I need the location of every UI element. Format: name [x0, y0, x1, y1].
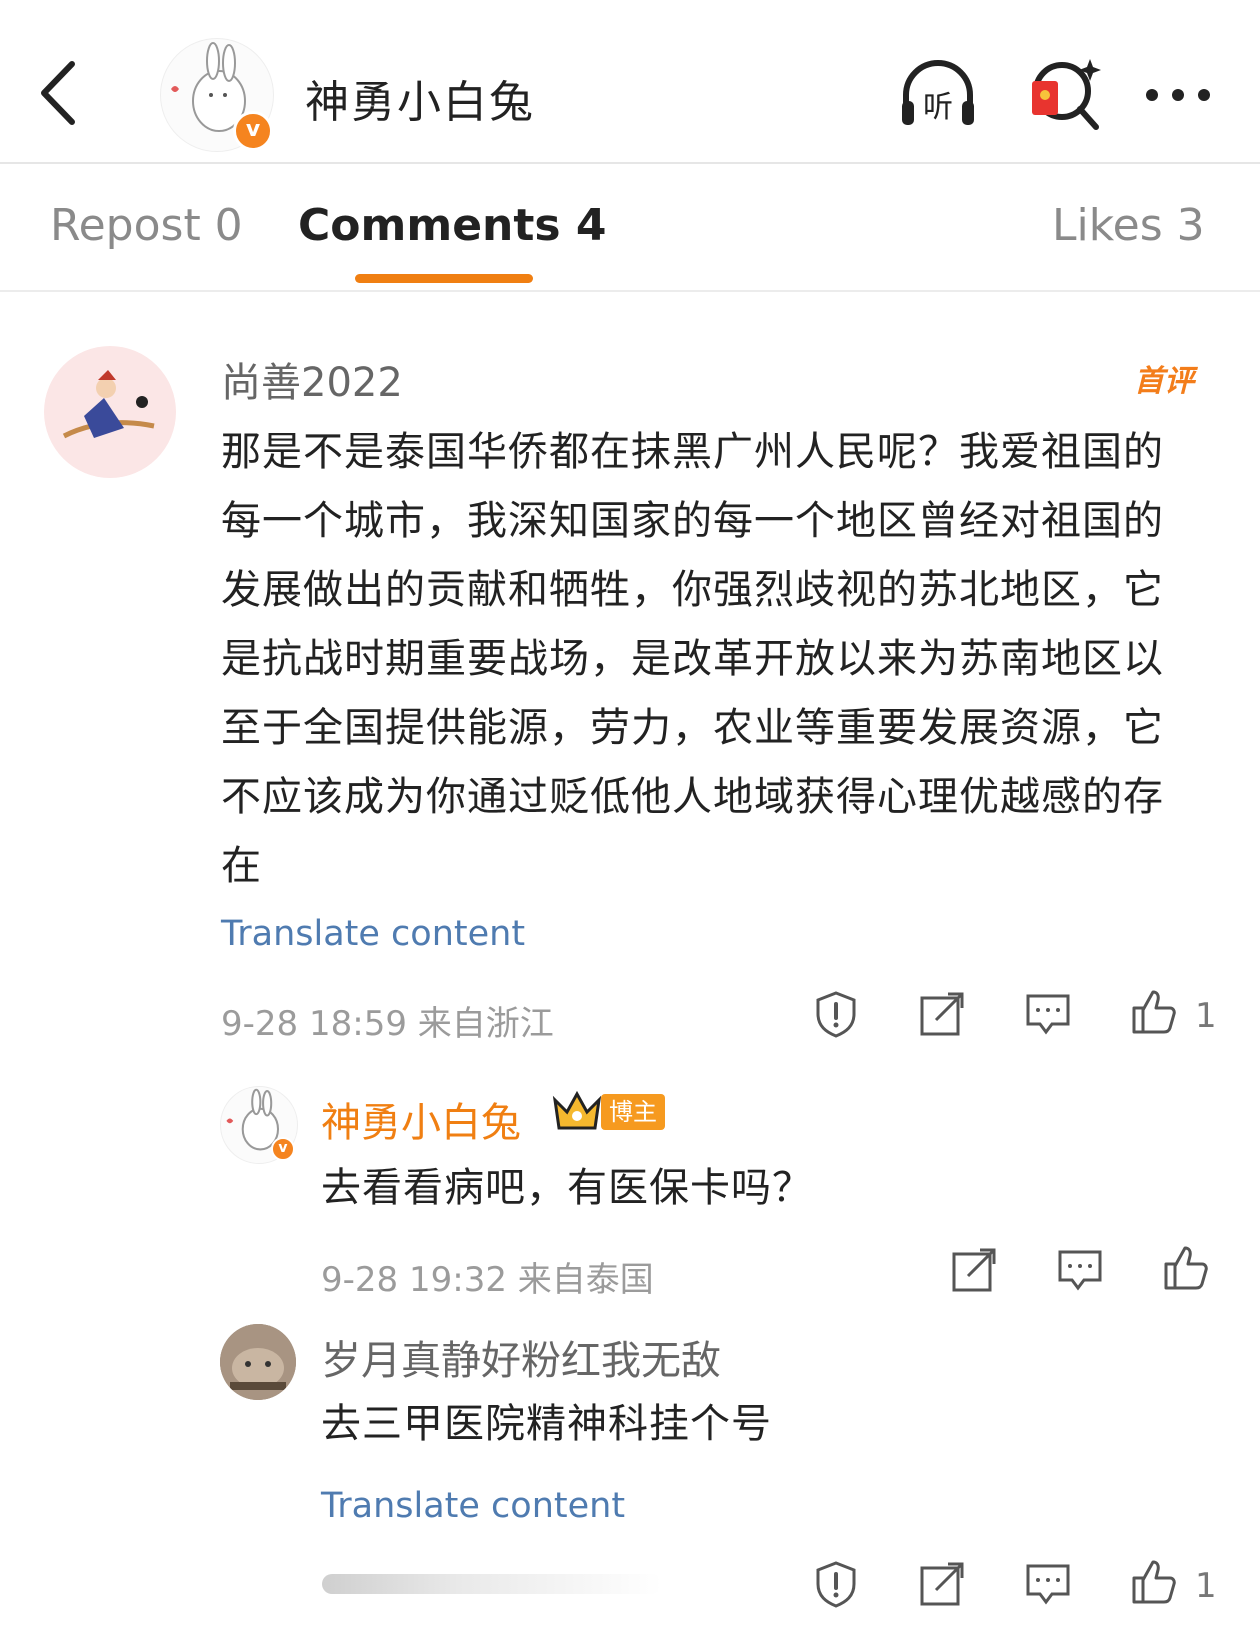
more-options-icon[interactable]: [1140, 55, 1220, 135]
reply-comment-icon[interactable]: [1056, 1246, 1104, 1294]
like-count: 1: [1195, 996, 1217, 1036]
comment-text: 那是不是泰国华侨都在抹黑广州人民呢？我爱祖国的每一个城市，我深知国家的每一个地区…: [221, 429, 1164, 889]
like-count: 1: [1195, 1566, 1217, 1606]
tab-comments[interactable]: Comments 4: [298, 200, 607, 251]
crown-icon: [552, 1090, 602, 1130]
tab-bar: Repost 0 Comments 4 Likes 3: [0, 164, 1260, 292]
page-title: 神勇小白兔: [305, 77, 535, 128]
verified-badge: v: [233, 111, 273, 151]
verified-badge: v: [271, 1137, 295, 1161]
like-thumb-icon[interactable]: [1162, 1244, 1210, 1292]
reply-time-location: 9-28 19:32 来自泰国: [321, 1260, 654, 1300]
redpacket-search-icon[interactable]: [1028, 55, 1108, 135]
share-icon[interactable]: [950, 1246, 998, 1294]
listen-label: 听: [923, 90, 953, 125]
commenter-username[interactable]: 尚善2022: [221, 350, 403, 408]
share-icon[interactable]: [918, 990, 966, 1038]
reply-username[interactable]: 岁月真静好粉红我无敌: [321, 1328, 721, 1386]
first-comment-badge: 首评: [1134, 364, 1194, 399]
reply-text: 去三甲医院精神科挂个号: [321, 1401, 772, 1447]
translate-link[interactable]: Translate content: [321, 1486, 625, 1526]
like-thumb-icon[interactable]: [1130, 988, 1178, 1036]
reply-text: 去看看病吧，有医保卡吗？: [321, 1165, 813, 1211]
cat-avatar-image: [220, 1324, 296, 1400]
author-avatar[interactable]: v: [160, 38, 274, 152]
commenter-avatar[interactable]: [44, 346, 176, 478]
listen-headphone-icon[interactable]: 听: [898, 55, 978, 135]
back-arrow-icon[interactable]: [36, 58, 80, 128]
tab-repost[interactable]: Repost 0: [50, 200, 243, 251]
report-icon[interactable]: [812, 1560, 860, 1608]
comment-time-location: 9-28 18:59 来自浙江: [221, 1004, 554, 1044]
tab-likes[interactable]: Likes 3: [1052, 200, 1205, 251]
reply-username[interactable]: 神勇小白兔: [321, 1090, 521, 1148]
reply-avatar[interactable]: v: [220, 1086, 298, 1164]
top-bar: v 神勇小白兔 听: [0, 0, 1260, 164]
blogger-badge: 博主: [601, 1094, 665, 1130]
loading-placeholder-bar: [322, 1574, 662, 1594]
share-icon[interactable]: [918, 1560, 966, 1608]
report-icon[interactable]: [812, 990, 860, 1038]
reply-avatar[interactable]: [220, 1324, 296, 1400]
reply-comment-icon[interactable]: [1024, 1560, 1072, 1608]
translate-link[interactable]: Translate content: [221, 914, 525, 954]
active-tab-indicator: [355, 274, 533, 283]
witch-avatar-image: [44, 346, 176, 478]
reply-comment-icon[interactable]: [1024, 990, 1072, 1038]
like-thumb-icon[interactable]: [1130, 1558, 1178, 1606]
